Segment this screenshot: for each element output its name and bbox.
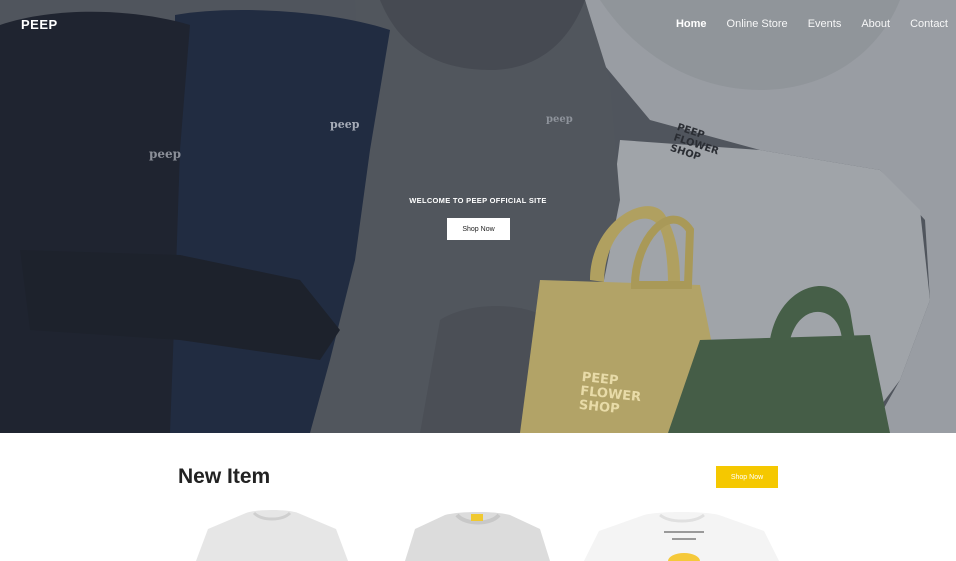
section-title: New Item xyxy=(178,465,271,488)
sweatshirt-print-text: peep xyxy=(149,147,182,161)
hero-overlay xyxy=(0,0,956,433)
hero-banner: peep peep peep PEEP FLOWER SHOP PEEP FLO… xyxy=(0,0,956,433)
nav-events[interactable]: Events xyxy=(808,18,842,30)
product-grey-sweatshirt[interactable] xyxy=(405,511,550,561)
site-logo[interactable]: PEEP xyxy=(21,17,58,32)
product-white-tshirt[interactable] xyxy=(584,511,779,561)
nav-contact[interactable]: Contact xyxy=(910,18,948,30)
new-item-shop-now-button[interactable]: Shop Now xyxy=(716,466,778,488)
nav-home[interactable]: Home xyxy=(676,18,707,30)
nav-about[interactable]: About xyxy=(861,18,890,30)
sweatshirt-print-text: peep xyxy=(330,118,360,131)
hero-welcome-text: WELCOME TO PEEP OFFICIAL SITE xyxy=(409,196,547,205)
new-item-section: New Item Shop Now xyxy=(0,433,956,561)
nav-online-store[interactable]: Online Store xyxy=(727,18,788,30)
hoodie-print-text: peep xyxy=(546,114,573,125)
main-nav: Home Online Store Events About Contact xyxy=(656,18,948,30)
tote-print-text: PEEP FLOWER SHOP xyxy=(578,369,642,417)
hero-shop-now-button[interactable]: Shop Now xyxy=(447,218,510,240)
product-grey-tshirt[interactable] xyxy=(196,507,348,561)
hero-text: WELCOME TO PEEP OFFICIAL SITE xyxy=(0,196,956,205)
